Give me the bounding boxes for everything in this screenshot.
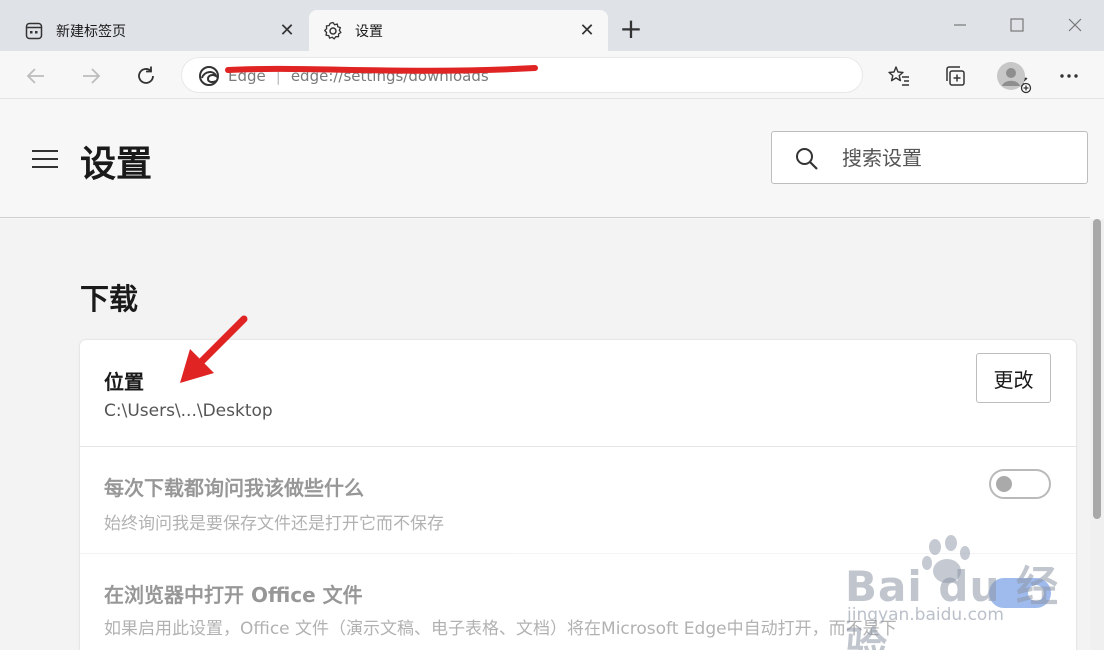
scrollbar[interactable] <box>1090 219 1104 650</box>
ask-before-download-row: 每次下载都询问我该做些什么 始终询问我是要保存文件还是打开它而不保存 <box>80 447 1076 554</box>
tab-strip: 新建标签页 ✕ 设置 ✕ + <box>0 0 1104 51</box>
edge-logo-icon <box>198 65 220 87</box>
toggle-knob <box>1028 585 1044 601</box>
avatar[interactable] <box>996 61 1026 91</box>
back-icon[interactable] <box>21 61 51 91</box>
search-input[interactable] <box>842 144 1072 172</box>
open-office-toggle[interactable] <box>989 578 1051 608</box>
location-label: 位置 <box>104 370 144 394</box>
new-tab-button[interactable]: + <box>616 15 646 45</box>
refresh-icon[interactable] <box>131 61 161 91</box>
ask-before-download-label: 每次下载都询问我该做些什么 <box>104 476 364 500</box>
open-office-label: 在浏览器中打开 Office 文件 <box>104 583 363 607</box>
ask-before-download-description: 始终询问我是要保存文件还是打开它而不保存 <box>104 514 444 534</box>
page-title: 设置 <box>80 144 153 185</box>
settings-content: 下载 位置 C:\Users\...\Desktop 更改 每次下载都询问我该做… <box>0 219 1090 650</box>
change-location-button[interactable]: 更改 <box>976 353 1051 403</box>
favorites-icon[interactable] <box>884 61 914 91</box>
close-tab-icon[interactable]: ✕ <box>276 20 298 42</box>
search-icon <box>794 146 820 172</box>
close-tab-icon[interactable]: ✕ <box>576 20 598 42</box>
search-box[interactable] <box>771 131 1088 184</box>
more-options-icon[interactable] <box>1054 61 1084 91</box>
toggle-knob <box>996 476 1012 492</box>
browser-toolbar: Edge | edge://settings/downloads <box>0 51 1104 99</box>
section-title: 下载 <box>80 282 139 316</box>
location-path: C:\Users\...\Desktop <box>104 401 273 421</box>
open-office-description: 如果启用此设置，Office 文件（演示文稿、电子表格、文档）将在Microso… <box>104 619 897 639</box>
downloads-card: 位置 C:\Users\...\Desktop 更改 每次下载都询问我该做些什么… <box>80 340 1076 650</box>
new-tab-page-icon <box>24 21 44 41</box>
maximize-icon[interactable] <box>999 10 1035 40</box>
annotation-arrow-icon <box>180 315 248 383</box>
tab-new-tab[interactable]: 新建标签页 ✕ <box>10 10 308 51</box>
collections-icon[interactable] <box>940 61 970 91</box>
scrollbar-thumb[interactable] <box>1093 219 1101 519</box>
forward-icon[interactable] <box>76 61 106 91</box>
open-office-row: 在浏览器中打开 Office 文件 如果启用此设置，Office 文件（演示文稿… <box>80 554 1076 650</box>
gear-icon <box>323 21 343 41</box>
menu-icon[interactable] <box>32 150 58 168</box>
minimize-icon[interactable] <box>942 10 978 40</box>
settings-header: 设置 <box>0 100 1090 218</box>
ask-before-download-toggle[interactable] <box>989 469 1051 499</box>
tab-title: 新建标签页 <box>56 24 126 40</box>
window-close-icon[interactable] <box>1057 10 1093 40</box>
tab-settings[interactable]: 设置 ✕ <box>309 10 608 51</box>
redaction-mark <box>225 65 538 74</box>
tab-title: 设置 <box>355 24 383 40</box>
